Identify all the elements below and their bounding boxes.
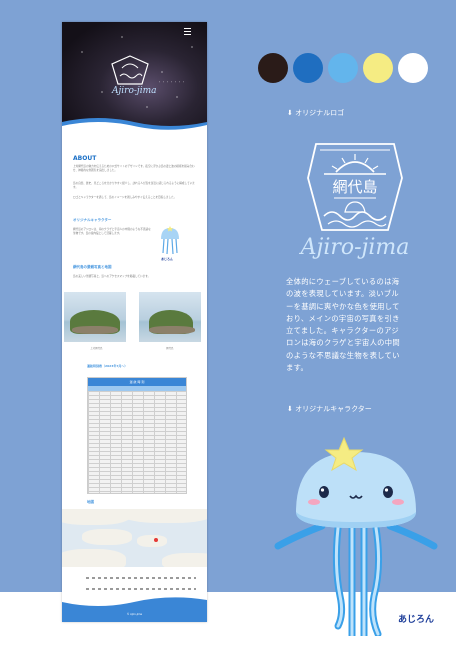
timetable-title: 運航時刻表（2023年7月〜） bbox=[87, 364, 128, 368]
hero-wave bbox=[62, 118, 207, 132]
logo-label: ⬇ オリジナルロゴ bbox=[287, 109, 345, 117]
route-legend-1 bbox=[86, 577, 196, 579]
hero-section: Ajiro-jima ・・・・・・・ bbox=[62, 22, 207, 132]
hamburger-menu-icon[interactable] bbox=[184, 28, 191, 35]
photos-section-paragraph: 島の美しい景観写真と、島へのアクセスマップを掲載しています。 bbox=[73, 275, 151, 278]
color-swatch-1 bbox=[258, 53, 288, 83]
photo-caption-2: 網代島 bbox=[166, 347, 174, 350]
photo-caption-1: 上対網代島 bbox=[90, 347, 103, 350]
timetable-header: 運 航 時 刻 bbox=[88, 378, 186, 386]
about-paragraph-1: 上対網代島の魅力を伝えるための公式サイトのデザインです。夜空に浮かぶ島の姿と波の… bbox=[73, 165, 195, 173]
character-name: あじろん bbox=[398, 615, 435, 625]
design-description: 全体的にウェーブしているのは海の波を表現しています。淡いブルーを基調に爽やかな色… bbox=[286, 277, 400, 373]
original-logo-icon: 網代島 Ajiro-jima bbox=[299, 143, 410, 260]
timetable: 運 航 時 刻 bbox=[87, 377, 187, 494]
route-legend-2 bbox=[86, 588, 196, 590]
website-mockup: Ajiro-jima ・・・・・・・ ABOUT 上対網代島の魅力を伝えるための… bbox=[62, 22, 207, 622]
character-label: ⬇ オリジナルキャラクター bbox=[287, 405, 372, 413]
footer-copyright: © Ajiro-jima bbox=[126, 613, 143, 616]
mini-jellyfish-icon bbox=[161, 226, 179, 255]
character-section-paragraph: 網代島のアジロンは、海のクラゲと宇宙人の中間のような不思議な生物です。島の案内役… bbox=[73, 228, 151, 236]
hero-tagline-icon: ・・・・・・・ bbox=[158, 80, 187, 84]
timetable-grid bbox=[88, 391, 186, 493]
jellyfish-character-icon bbox=[274, 436, 438, 636]
hero-script-title: Ajiro-jima bbox=[112, 86, 157, 96]
about-paragraph-2: 島の自然、歴史、見どころを分かりやすく紹介し、訪れる人が島を身近に感じられるよう… bbox=[73, 182, 195, 190]
hero-logo-icon bbox=[111, 55, 149, 85]
map-title: 地図 bbox=[87, 500, 94, 504]
color-swatch-4 bbox=[363, 53, 393, 83]
about-paragraph-3: ロゴとキャラクターを通して、島のイメージを親しみやすく伝えることを目指しました。 bbox=[73, 196, 177, 199]
logo-script: Ajiro-jima bbox=[299, 235, 410, 260]
mini-character-caption: あじろん bbox=[161, 257, 174, 261]
color-swatch-3 bbox=[328, 53, 358, 83]
island-photo-2 bbox=[139, 292, 201, 342]
photos-section-title: 網代島の景観写真と地図 bbox=[73, 265, 112, 269]
about-title: ABOUT bbox=[73, 155, 97, 162]
map[interactable] bbox=[62, 509, 207, 567]
logo-kanji: 網代島 bbox=[332, 178, 377, 196]
color-swatch-2 bbox=[293, 53, 323, 83]
color-swatch-5 bbox=[398, 53, 428, 83]
island-photo-1 bbox=[64, 292, 126, 342]
character-section-title: オリジナルキャラクター bbox=[73, 218, 112, 222]
map-pin-icon[interactable] bbox=[154, 538, 158, 542]
